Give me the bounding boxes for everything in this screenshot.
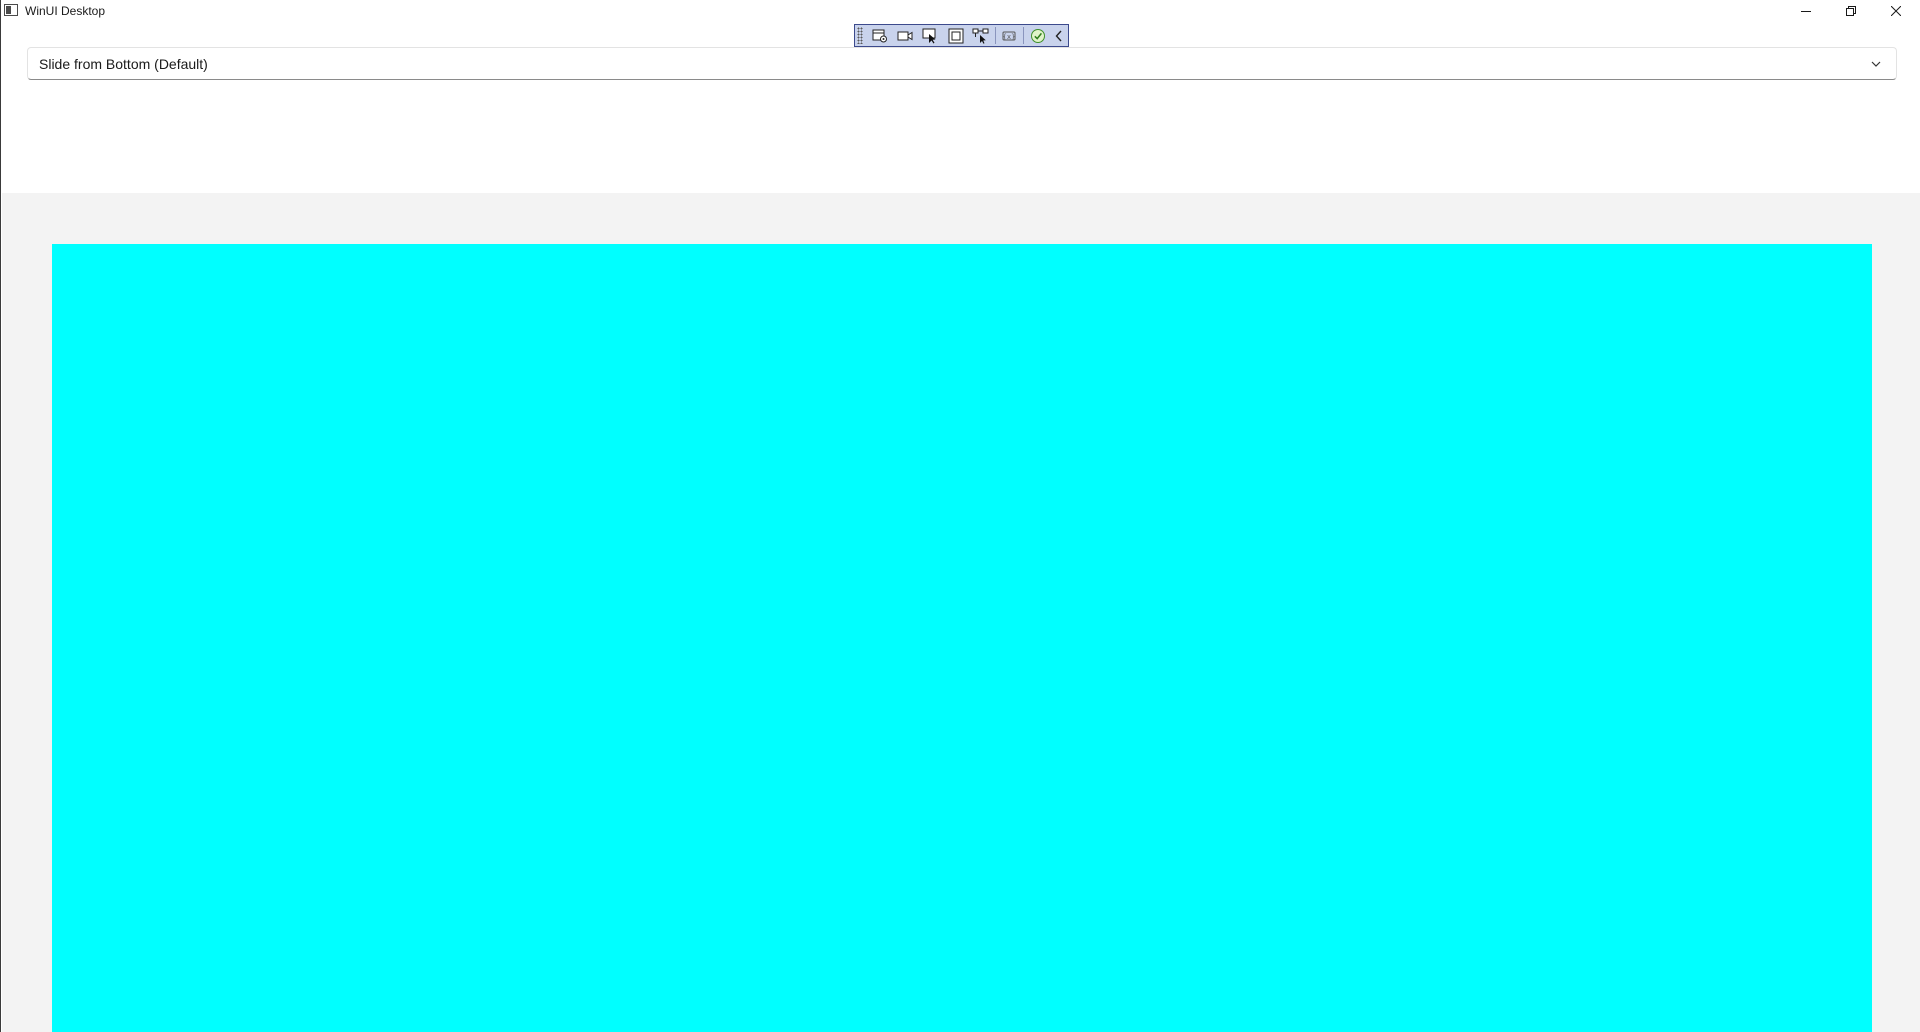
binding-failures-button[interactable]: {x} <box>997 26 1022 45</box>
xaml-debug-toolbar: {x} <box>854 24 1069 47</box>
transition-combobox[interactable]: Slide from Bottom (Default) <box>27 47 1897 80</box>
restore-icon <box>1846 6 1856 16</box>
collapse-icon <box>1055 30 1062 41</box>
select-element-button[interactable] <box>918 26 943 45</box>
binding-failures-icon: {x} <box>1002 31 1016 41</box>
hot-reload-status-button[interactable] <box>1025 26 1050 45</box>
restore-button[interactable] <box>1828 0 1874 22</box>
collapse-toolbar-button[interactable] <box>1050 26 1068 45</box>
close-icon <box>1891 6 1901 16</box>
combobox-selected-value: Slide from Bottom (Default) <box>39 56 208 72</box>
app-window-icon <box>4 4 18 16</box>
minimize-icon <box>1801 11 1811 12</box>
select-element-icon <box>922 28 936 43</box>
chevron-down-icon <box>1871 61 1881 67</box>
svg-text:{x}: {x} <box>1003 33 1016 41</box>
toolbar-grip[interactable] <box>857 27 863 44</box>
toolbar-separator <box>994 27 996 44</box>
toolbar-separator <box>1023 27 1025 44</box>
window-title: WinUI Desktop <box>25 4 106 18</box>
live-visual-tree-button[interactable] <box>867 26 892 45</box>
display-layout-adorners-button[interactable] <box>943 26 968 45</box>
close-button[interactable] <box>1873 0 1919 22</box>
hot-reload-status-icon <box>1030 28 1045 43</box>
minimize-button[interactable] <box>1783 0 1829 22</box>
app-window: WinUI Desktop {x} Slide from Bottom (Def… <box>0 0 1920 1032</box>
title-bar[interactable]: WinUI Desktop <box>1 0 1920 22</box>
transition-target-panel <box>52 244 1872 1032</box>
track-focus-icon <box>972 28 989 44</box>
display-layout-adorners-icon <box>948 28 964 43</box>
live-visual-tree-icon <box>872 29 887 42</box>
record-icon <box>897 31 913 40</box>
track-focus-button[interactable] <box>968 26 993 45</box>
record-button[interactable] <box>892 26 917 45</box>
